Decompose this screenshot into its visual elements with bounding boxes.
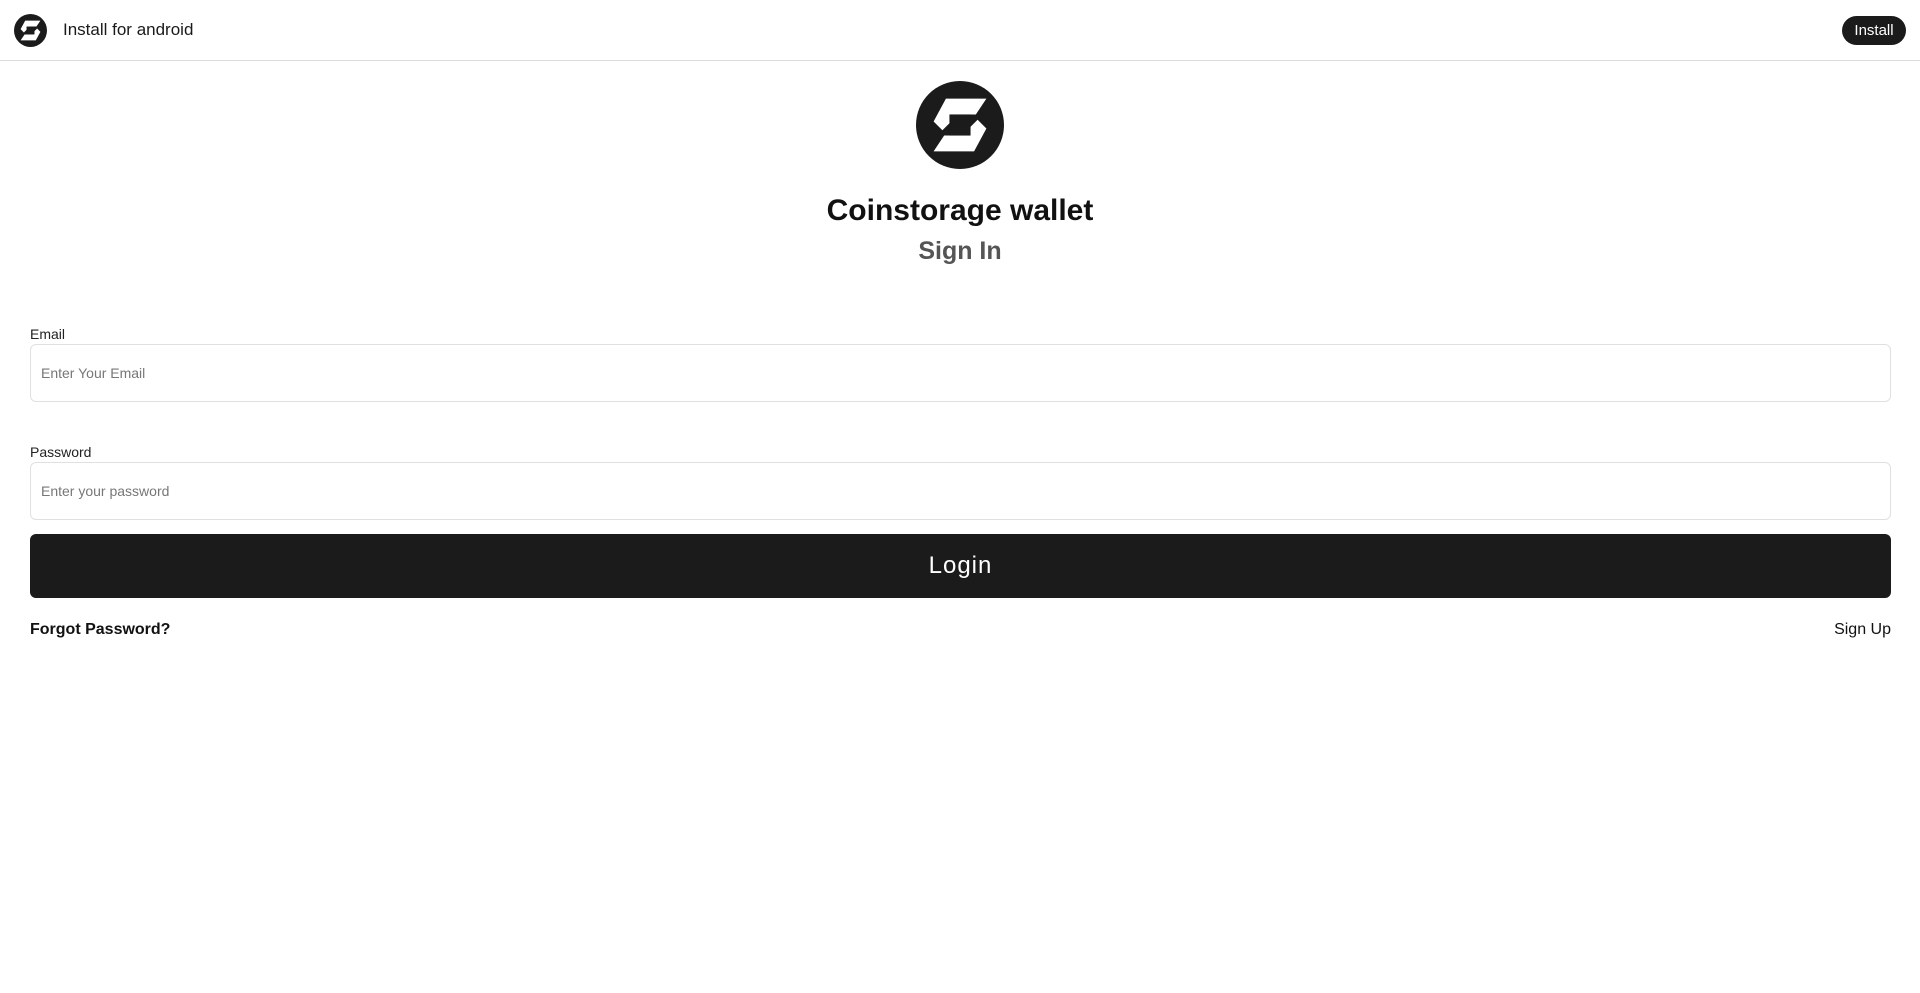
login-button[interactable]: Login <box>30 534 1891 598</box>
page-subtitle: Sign In <box>918 237 1002 265</box>
install-banner-text: Install for android <box>63 20 194 39</box>
install-button[interactable]: Install <box>1842 16 1906 45</box>
email-label: Email <box>30 326 66 342</box>
email-field[interactable] <box>30 344 1891 402</box>
sign-up-link[interactable]: Sign Up <box>1834 619 1891 641</box>
password-label: Password <box>30 444 92 460</box>
password-field[interactable] <box>30 462 1891 520</box>
forgot-password-link[interactable]: Forgot Password? <box>30 619 170 641</box>
coinstorage-logo-icon <box>14 14 47 47</box>
install-banner: Install for android Install <box>0 0 1920 61</box>
app-title: Coinstorage wallet <box>826 194 1094 227</box>
coinstorage-logo-icon <box>916 81 1004 169</box>
